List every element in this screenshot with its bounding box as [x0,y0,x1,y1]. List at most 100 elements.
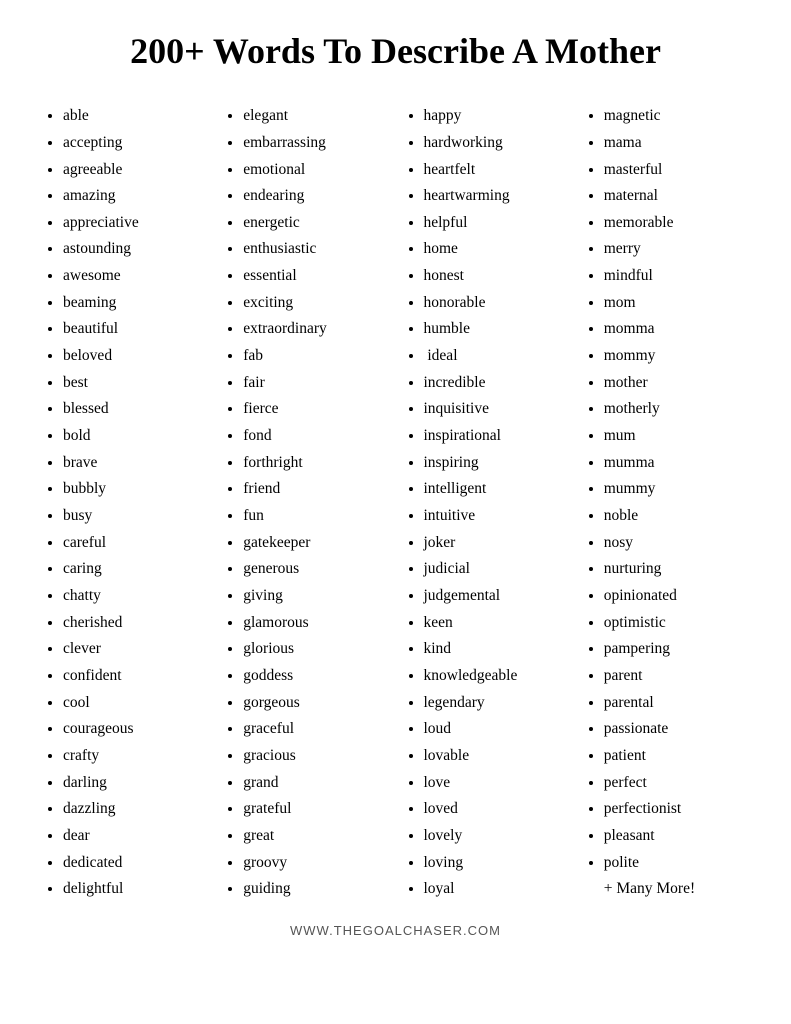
list-item: fierce [243,396,385,423]
list-item: love [424,770,566,797]
list-item: parental [604,690,746,717]
list-item: chatty [63,583,205,610]
list-item: busy [63,503,205,530]
list-item: dear [63,823,205,850]
list-item: keen [424,610,566,637]
list-item: exciting [243,290,385,317]
list-item: happy [424,103,566,130]
list-item: brave [63,450,205,477]
list-item: maternal [604,183,746,210]
list-item: energetic [243,210,385,237]
list-item: graceful [243,716,385,743]
list-item: loyal [424,876,566,903]
list-item: delightful [63,876,205,903]
list-item: gatekeeper [243,530,385,557]
list-item: memorable [604,210,746,237]
list-item: judicial [424,556,566,583]
list-item: crafty [63,743,205,770]
list-item: generous [243,556,385,583]
list-item: mummy [604,476,746,503]
list-item: heartfelt [424,157,566,184]
list-item: legendary [424,690,566,717]
list-item: mother [604,370,746,397]
list-item: heartwarming [424,183,566,210]
list-item: hardworking [424,130,566,157]
word-list-2: elegantembarrassingemotionalendearingene… [225,103,385,903]
list-item: dedicated [63,850,205,877]
list-item: intuitive [424,503,566,530]
list-item: friend [243,476,385,503]
list-item: giving [243,583,385,610]
list-item: inspiring [424,450,566,477]
list-item: opinionated [604,583,746,610]
list-item: inquisitive [424,396,566,423]
list-item: loud [424,716,566,743]
list-item: pampering [604,636,746,663]
list-item: mommy [604,343,746,370]
list-item: optimistic [604,610,746,637]
list-item: mum [604,423,746,450]
list-item: merry [604,236,746,263]
word-list-1: ableacceptingagreeableamazingappreciativ… [45,103,205,903]
list-item: home [424,236,566,263]
list-item: nosy [604,530,746,557]
column-2: elegantembarrassingemotionalendearingene… [220,103,390,903]
list-item: accepting [63,130,205,157]
column-1: ableacceptingagreeableamazingappreciativ… [40,103,210,903]
list-item: magnetic [604,103,746,130]
list-item: agreeable [63,157,205,184]
list-item: glorious [243,636,385,663]
list-item: perfect [604,770,746,797]
list-item: lovable [424,743,566,770]
list-item: loved [424,796,566,823]
footer-url: WWW.THEGOALCHASER.COM [40,923,751,938]
list-item: ideal [424,343,566,370]
list-item: polite [604,850,746,877]
list-item: parent [604,663,746,690]
list-item: glamorous [243,610,385,637]
list-item: lovely [424,823,566,850]
list-item: groovy [243,850,385,877]
list-item: fair [243,370,385,397]
list-item: dazzling [63,796,205,823]
list-item: pleasant [604,823,746,850]
list-item: perfectionist [604,796,746,823]
list-item: grand [243,770,385,797]
list-item: cherished [63,610,205,637]
page-title: 200+ Words To Describe A Mother [40,30,751,73]
list-item: intelligent [424,476,566,503]
list-item: embarrassing [243,130,385,157]
list-item: awesome [63,263,205,290]
word-columns: ableacceptingagreeableamazingappreciativ… [40,103,751,903]
list-item: bold [63,423,205,450]
list-item: inspirational [424,423,566,450]
list-item: goddess [243,663,385,690]
list-item: guiding [243,876,385,903]
list-item: helpful [424,210,566,237]
list-item: careful [63,530,205,557]
list-item: great [243,823,385,850]
list-item: knowledgeable [424,663,566,690]
list-item: mindful [604,263,746,290]
list-item: best [63,370,205,397]
list-item: fond [243,423,385,450]
list-item: darling [63,770,205,797]
list-item: elegant [243,103,385,130]
list-item: passionate [604,716,746,743]
list-item: motherly [604,396,746,423]
column-3: happyhardworkingheartfeltheartwarminghel… [401,103,571,903]
list-item: astounding [63,236,205,263]
list-item: mumma [604,450,746,477]
list-item: masterful [604,157,746,184]
list-item: patient [604,743,746,770]
list-item: gorgeous [243,690,385,717]
list-item: noble [604,503,746,530]
list-item: kind [424,636,566,663]
list-item: joker [424,530,566,557]
list-item: momma [604,316,746,343]
list-item: amazing [63,183,205,210]
list-item: incredible [424,370,566,397]
list-item: emotional [243,157,385,184]
extra-note: + Many More! [586,876,746,903]
list-item: caring [63,556,205,583]
